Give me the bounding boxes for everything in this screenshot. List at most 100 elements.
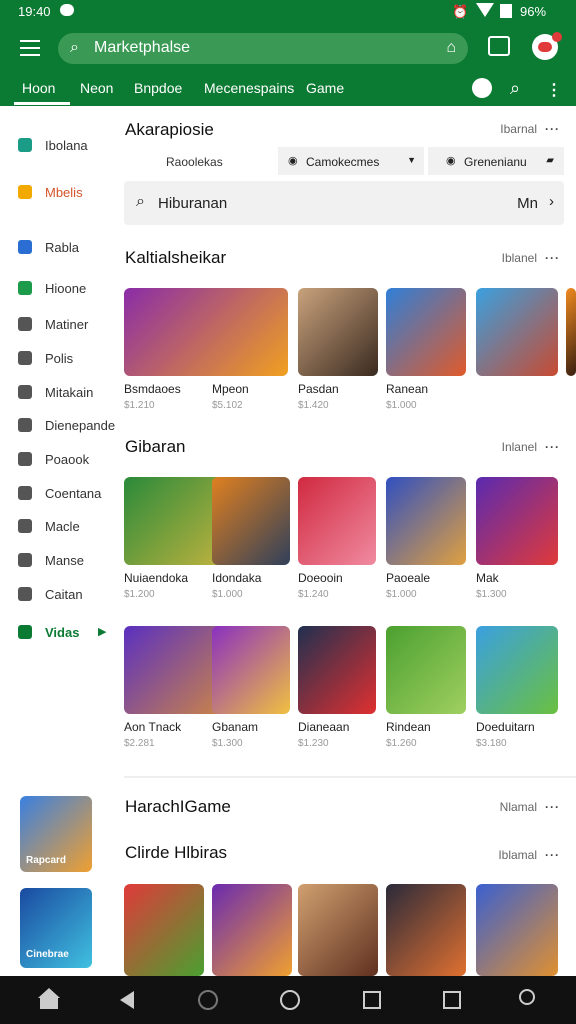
- game-card[interactable]: [476, 288, 558, 376]
- o-icon: [18, 418, 32, 432]
- tab-game[interactable]: Game: [306, 80, 344, 96]
- section-more-link[interactable]: Inlanel ···: [502, 440, 560, 454]
- sidebar-item[interactable]: Coentana: [18, 484, 118, 504]
- status-time: 19:40: [18, 4, 51, 19]
- overflow-menu-icon[interactable]: ⋮: [546, 80, 562, 100]
- image-icon: [18, 587, 32, 601]
- tab-hoon[interactable]: Hoon: [22, 80, 55, 96]
- sidebar-item[interactable]: Matiner: [18, 315, 118, 335]
- game-card-title: Pasdan: [298, 382, 339, 396]
- game-card[interactable]: [566, 288, 576, 376]
- section-more-link[interactable]: Iblamal ···: [498, 848, 560, 862]
- game-card[interactable]: [124, 884, 204, 976]
- recents-icon[interactable]: [360, 988, 384, 1012]
- square-icon: [18, 351, 32, 365]
- status-bar: 19:40 ⏰ 96%: [0, 0, 576, 24]
- section-title: Kaltialsheikar: [125, 248, 227, 267]
- refresh-icon[interactable]: [196, 988, 220, 1012]
- game-card[interactable]: [124, 288, 288, 376]
- sidebar-item[interactable]: Poaook: [18, 450, 118, 470]
- section-more-link[interactable]: Iblanel ···: [502, 251, 560, 265]
- tag-icon: [18, 240, 32, 254]
- game-card[interactable]: [298, 626, 376, 714]
- sidebar-item-label: Rabla: [45, 240, 79, 255]
- star-icon: [18, 185, 32, 199]
- sidebar-item[interactable]: Mbelis: [18, 183, 118, 203]
- alarm-icon: ⏰: [452, 4, 469, 19]
- sidebar-item[interactable]: Hioone: [18, 279, 118, 299]
- sidebar-item[interactable]: Rabla: [18, 238, 118, 258]
- sidebar-item-label: Macle: [45, 519, 80, 534]
- dropdown-label: Camokecmes: [306, 155, 380, 169]
- game-card[interactable]: [298, 477, 376, 565]
- mic-icon[interactable]: ⌂: [446, 39, 456, 57]
- sidebar-item-label: Mbelis: [45, 185, 83, 200]
- game-card[interactable]: [212, 477, 290, 565]
- game-card-title: Doeduitarn: [476, 720, 535, 734]
- search-icon[interactable]: ⌕: [510, 78, 520, 99]
- sidebar-item-label: Polis: [45, 351, 74, 366]
- home-icon[interactable]: [38, 988, 62, 1012]
- profile-icon[interactable]: [472, 78, 492, 98]
- game-card[interactable]: [298, 884, 378, 976]
- sidebar-item[interactable]: Vidas ▶: [18, 623, 118, 643]
- section-more-link[interactable]: Ibarnal ···: [500, 122, 560, 136]
- genre-dropdown[interactable]: ◉ Grenenianu ▰: [428, 147, 564, 175]
- game-card-price: $2.281: [124, 738, 155, 749]
- game-card[interactable]: [298, 288, 378, 376]
- camera-icon[interactable]: [488, 36, 510, 56]
- system-nav-bar: [0, 976, 576, 1024]
- filter-label[interactable]: Raoolekas: [166, 155, 223, 169]
- game-card[interactable]: [476, 477, 558, 565]
- content-search-input[interactable]: ⌕ Hiburanan Mn ›: [124, 181, 564, 225]
- tab-neon[interactable]: Neon: [80, 80, 113, 96]
- sidebar-item[interactable]: Polis: [18, 349, 118, 369]
- divider: [124, 776, 576, 778]
- sidebar-item[interactable]: Manse: [18, 551, 118, 571]
- game-card[interactable]: [386, 477, 466, 565]
- section-more-link[interactable]: Nlamal ···: [500, 800, 560, 814]
- sidebar-item[interactable]: Macle: [18, 517, 118, 537]
- game-card-price: $1.000: [386, 589, 417, 600]
- game-card-title: Mak: [476, 571, 499, 585]
- circle-home-icon[interactable]: [278, 988, 302, 1012]
- tab-mecenespains[interactable]: Mecenespains: [204, 80, 294, 96]
- c-icon: [18, 519, 32, 533]
- game-card[interactable]: [212, 626, 290, 714]
- game-card[interactable]: [386, 288, 466, 376]
- sidebar-item[interactable]: Mitakain: [18, 383, 118, 403]
- tab-bnpdoe[interactable]: Bnpdoe: [134, 80, 182, 96]
- sidebar-item[interactable]: Ibolana: [18, 136, 118, 156]
- game-card[interactable]: [476, 884, 558, 976]
- game-card[interactable]: [212, 884, 292, 976]
- active-tab-indicator: [14, 102, 70, 105]
- side-promo-label: Rapcard: [26, 855, 67, 866]
- game-card-price: $3.180: [476, 738, 507, 749]
- back-icon[interactable]: [118, 988, 142, 1012]
- pen-icon: [18, 452, 32, 466]
- search-input[interactable]: ⌕ Marketphalse ⌂: [58, 33, 468, 64]
- o-icon: [18, 281, 32, 295]
- game-card[interactable]: [386, 626, 466, 714]
- search-icon: ⌕: [136, 193, 145, 210]
- edit-icon[interactable]: [440, 988, 464, 1012]
- sidebar-item-label: Mitakain: [45, 385, 94, 400]
- sidebar-item-label: Vidas: [45, 625, 80, 640]
- sidebar-item[interactable]: Caitan: [18, 585, 118, 605]
- assistant-icon[interactable]: [516, 988, 540, 1012]
- menu-icon[interactable]: [20, 40, 40, 56]
- wifi-icon: [476, 3, 494, 17]
- notification-badge: [552, 32, 562, 42]
- circle-icon: [18, 385, 32, 399]
- refresh-icon: [18, 486, 32, 500]
- game-card-title: Paoeale: [386, 571, 431, 585]
- game-card[interactable]: [476, 626, 558, 714]
- category-dropdown[interactable]: ◉ Camokecmes ▼: [278, 147, 424, 175]
- sidebar-item[interactable]: Dienepande: [18, 416, 118, 436]
- side-promo-1[interactable]: Rapcard: [20, 796, 92, 872]
- side-promo-2[interactable]: Cinebrae: [20, 888, 92, 968]
- chevron-right-icon: ›: [549, 193, 554, 210]
- game-card-price: $1.210: [124, 400, 155, 411]
- tab-bar: Hoon Neon Bnpdoe Mecenespains Game ⌕ ⋮: [0, 72, 576, 106]
- game-card[interactable]: [386, 884, 466, 976]
